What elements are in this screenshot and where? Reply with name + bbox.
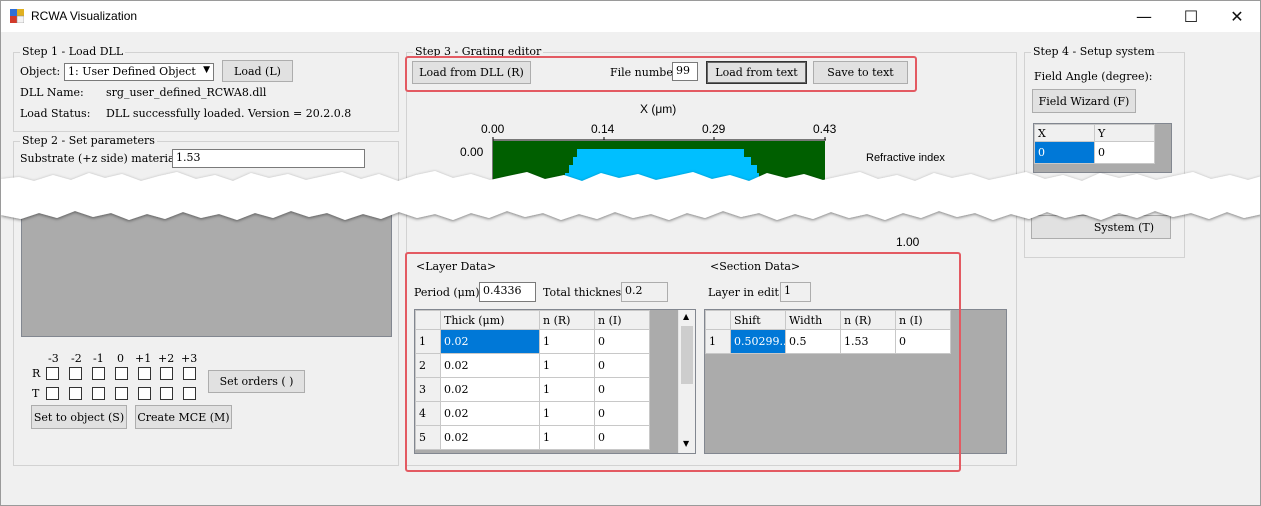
close-button[interactable]: ✕ [1214,1,1260,32]
highlight-box-data [405,252,961,472]
load-dll-button[interactable]: Load (L) [222,60,293,82]
column-header-x[interactable]: X [1034,124,1095,142]
checkbox-t-m2[interactable] [69,387,82,400]
dll-name-label: DLL Name: [20,86,84,99]
load-status-label: Load Status: [20,107,91,120]
app-window: RCWA Visualization — ☐ ✕ Step 1 - Load D… [0,0,1261,506]
order-label-p1: +1 [135,352,152,365]
title-bar: RCWA Visualization — ☐ ✕ [1,1,1260,32]
plot-x-tick-2: 0.29 [702,122,726,136]
plot-x-axis-label: X (μm) [640,102,677,116]
checkbox-r-m1[interactable] [92,367,105,380]
row-r-label: R [32,367,41,380]
checkbox-t-p1[interactable] [138,387,151,400]
checkbox-t-p3[interactable] [183,387,196,400]
checkbox-r-0[interactable] [115,367,128,380]
plot-x-tick-3: 0.43 [813,122,837,136]
object-label: Object: [20,65,61,78]
step2-title: Step 2 - Set parameters [20,134,157,147]
object-select-value: 1: User Defined Object [68,65,196,78]
chevron-down-icon[interactable]: ▼ [203,65,210,75]
object-select[interactable]: 1: User Defined Object ▼ [64,63,214,81]
checkbox-r-m3[interactable] [46,367,59,380]
order-label-p2: +2 [158,352,175,365]
order-label-m3: -3 [48,352,59,365]
step4-title: Step 4 - Setup system [1031,45,1157,58]
minimize-button[interactable]: — [1121,1,1167,32]
dll-name-value: srg_user_defined_RCWA8.dll [106,86,267,99]
checkbox-t-m1[interactable] [92,387,105,400]
torn-paper-overlay [1,171,1260,220]
column-header-y[interactable]: Y [1094,124,1155,142]
checkbox-r-p3[interactable] [183,367,196,380]
checkbox-r-p1[interactable] [138,367,151,380]
step1-title: Step 1 - Load DLL [20,45,126,58]
create-mce-button[interactable]: Create MCE (M) [135,405,232,429]
field-header-row: X Y [1034,124,1155,142]
checkbox-t-0[interactable] [115,387,128,400]
set-to-object-button[interactable]: Set to object (S) [31,405,127,429]
field-wizard-button[interactable]: Field Wizard (F) [1032,89,1136,113]
app-icon [10,9,24,23]
highlight-box-toolbar [405,56,917,92]
plot-x-tick-0: 0.00 [481,122,505,136]
order-label-m2: -2 [71,352,82,365]
set-orders-button[interactable]: Set orders ( ) [208,370,305,393]
field-angle-label: Field Angle (degree): [1034,70,1153,83]
load-status-value: DLL successfully loaded. Version = 20.2.… [106,107,352,120]
order-label-m1: -1 [93,352,104,365]
order-label-0: 0 [117,352,124,365]
checkbox-r-m2[interactable] [69,367,82,380]
order-label-p3: +3 [181,352,198,365]
window-title: RCWA Visualization [31,9,138,23]
checkbox-t-m3[interactable] [46,387,59,400]
checkbox-t-p2[interactable] [160,387,173,400]
row-t-label: T [32,387,40,400]
maximize-button[interactable]: ☐ [1168,1,1214,32]
plot-x-tick-1: 0.14 [591,122,615,136]
checkbox-r-p2[interactable] [160,367,173,380]
